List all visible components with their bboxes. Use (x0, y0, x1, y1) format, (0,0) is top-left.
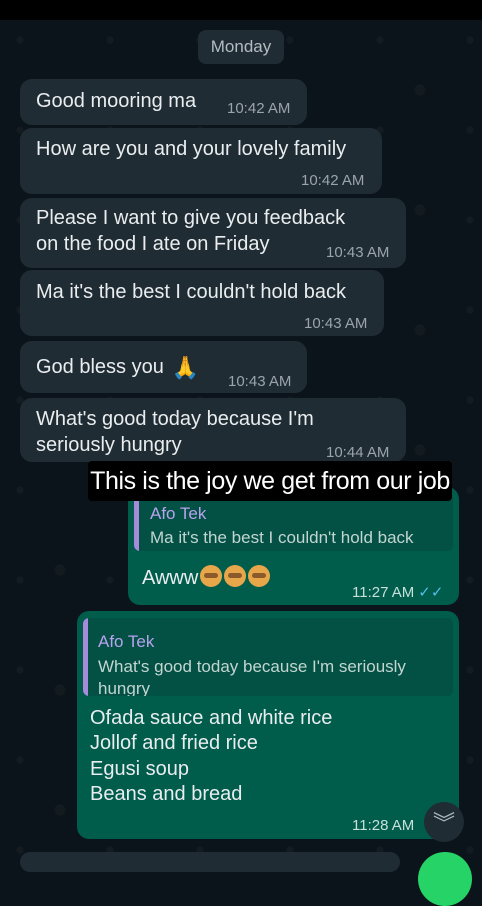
message-text-line: Jollof and fried rice (90, 732, 258, 754)
monkey-emoji (248, 565, 271, 587)
message-text-line: Ofada sauce and white rice (90, 707, 333, 729)
message-time-text: 11:27 AM (352, 584, 415, 601)
read-double-tick-icon: ✓✓ (418, 584, 444, 601)
message-time: 10:42 AM (301, 172, 365, 189)
message-text-line: Beans and bread (90, 783, 243, 805)
message-text-line: Please I want to give you feedback (36, 207, 346, 229)
outgoing-message-bubble[interactable]: Afo Tek What's good today because I'm se… (77, 611, 459, 839)
message-time: 10:43 AM (304, 315, 368, 332)
message-input-bar[interactable] (20, 852, 400, 872)
quote-accent-bar (83, 618, 88, 696)
message-bubble[interactable]: How are you and your lovely family 10:42… (20, 128, 382, 194)
scroll-to-bottom-button[interactable]: ︾ (424, 802, 464, 842)
message-text-line: Egusi soup (90, 758, 189, 780)
send-button[interactable] (418, 852, 472, 906)
story-caption: This is the joy we get from our job (88, 461, 452, 501)
quoted-message[interactable]: Afo Tek What's good today because I'm se… (83, 618, 453, 696)
message-text-content: God bless you (36, 356, 164, 378)
double-chevron-down-icon: ︾ (432, 811, 455, 836)
message-time: 11:27 AM ✓✓ (352, 583, 443, 601)
message-time: 10:43 AM (228, 373, 292, 390)
message-text-line: What's good today because I'm (36, 408, 314, 430)
quoted-text-line: What's good today because I'm seriously (98, 657, 406, 676)
message-time: 11:28 AM (352, 817, 415, 834)
message-text: Ma it's the best I couldn't hold back (36, 281, 347, 303)
quote-accent-bar (134, 493, 139, 551)
folded-hands-emoji: 🙏 (171, 355, 200, 380)
monkey-emoji (200, 565, 223, 587)
message-time: 10:43 AM (326, 244, 390, 261)
quoted-text-line: hungry (98, 679, 150, 696)
message-bubble[interactable]: God bless you 🙏 10:43 AM (20, 341, 307, 393)
message-bubble[interactable]: What's good today because I'm seriously … (20, 398, 406, 462)
message-text: How are you and your lovely family (36, 138, 347, 160)
quoted-sender-name: Afo Tek (98, 632, 155, 651)
quoted-message[interactable]: Afo Tek Ma it's the best I couldn't hold… (134, 493, 453, 551)
message-bubble[interactable]: Good mooring ma 10:42 AM (20, 79, 307, 125)
message-text: Awww (142, 565, 271, 591)
message-text-line: seriously hungry (36, 434, 182, 456)
message-time: 10:44 AM (326, 444, 390, 461)
message-time: 10:42 AM (227, 100, 291, 117)
message-bubble[interactable]: Ma it's the best I couldn't hold back 10… (20, 270, 384, 336)
status-bar (0, 0, 482, 20)
outgoing-message-bubble[interactable]: Afo Tek Ma it's the best I couldn't hold… (128, 487, 459, 605)
message-bubble[interactable]: Please I want to give you feedback on th… (20, 198, 406, 268)
message-text-line: on the food I ate on Friday (36, 233, 270, 255)
quoted-text: Ma it's the best I couldn't hold back (150, 528, 414, 547)
monkey-emoji (224, 565, 247, 587)
message-text: God bless you 🙏 (36, 354, 199, 381)
quoted-sender-name: Afo Tek (150, 504, 207, 523)
message-text-content: Awww (142, 567, 199, 589)
date-chip: Monday (198, 30, 284, 64)
message-text: Good mooring ma (36, 90, 197, 112)
